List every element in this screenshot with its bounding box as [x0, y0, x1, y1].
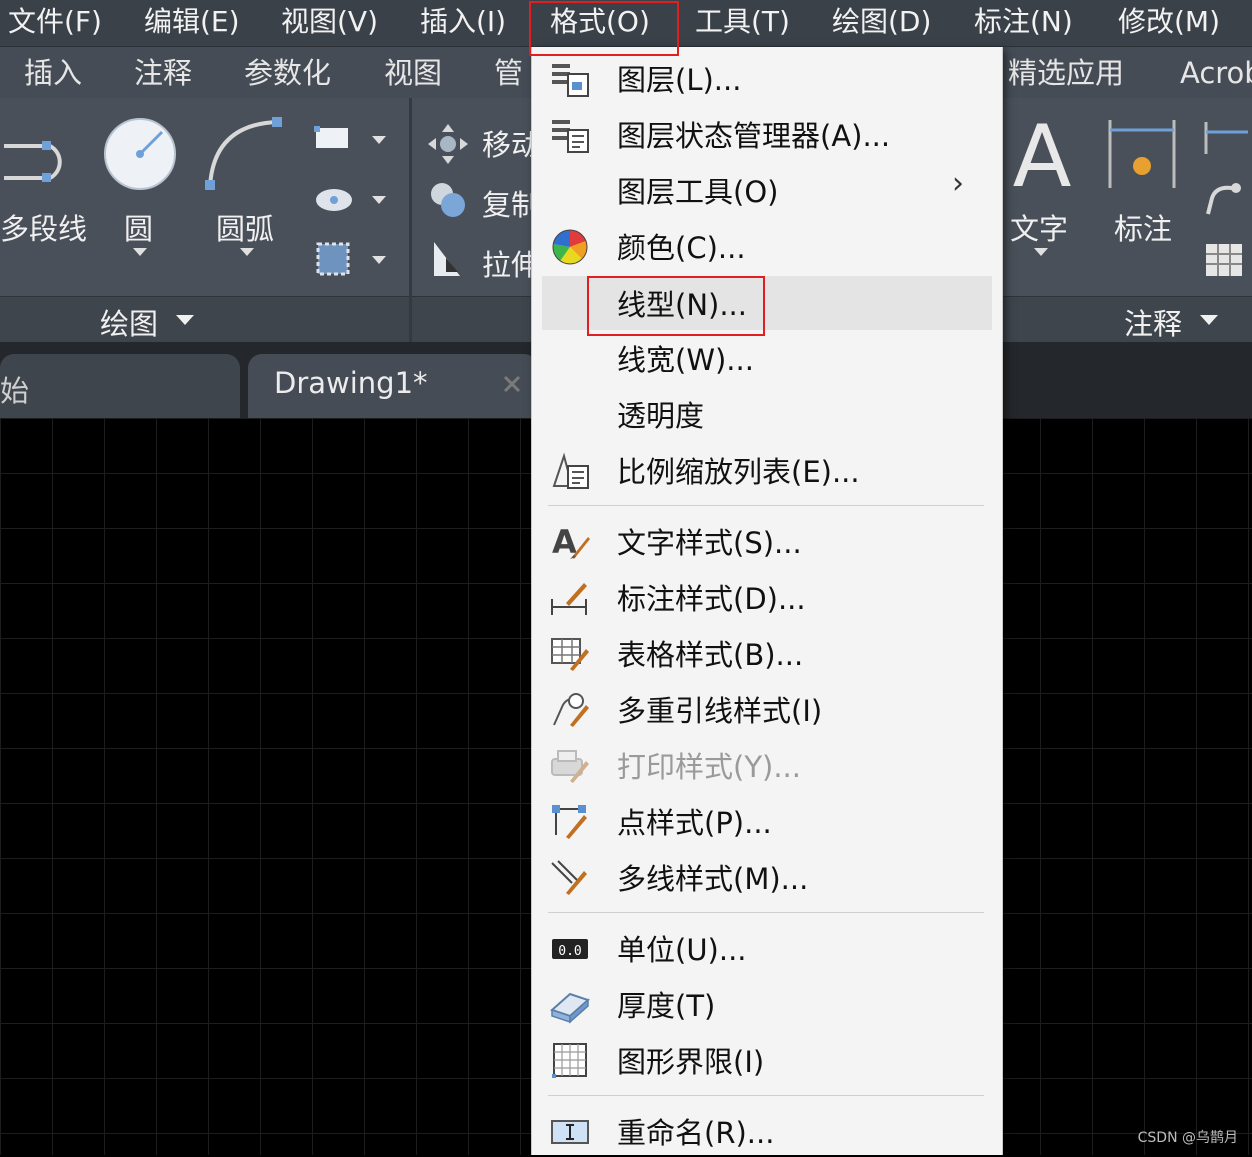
- menu-separator: [548, 505, 984, 506]
- leader-icon[interactable]: [1202, 178, 1248, 218]
- text-label: 文字: [1010, 212, 1069, 246]
- chevron-down-icon[interactable]: [372, 136, 386, 146]
- plot-style-icon: [551, 750, 589, 783]
- linear-dim-icon[interactable]: [1202, 120, 1248, 156]
- menu-item-drawing-limits[interactable]: 图形界限(I): [532, 1034, 1002, 1086]
- menu-item-thickness[interactable]: 厚度(T): [532, 978, 1002, 1030]
- mline-style-icon: [551, 860, 587, 895]
- boundary-icon[interactable]: [312, 238, 356, 280]
- thickness-icon: [550, 992, 590, 1024]
- polyline-icon[interactable]: [0, 116, 82, 182]
- color-wheel-icon: [552, 229, 588, 265]
- panel-annotation-label: 注释: [1124, 307, 1183, 341]
- menu-item-mline-style[interactable]: 多线样式(M)...: [532, 851, 1002, 903]
- menu-view[interactable]: 视图(V): [281, 0, 378, 46]
- menu-item-rename[interactable]: 重命名(R)...: [532, 1105, 1002, 1157]
- menu-insert[interactable]: 插入(I): [420, 0, 506, 46]
- menu-dimension[interactable]: 标注(N): [974, 0, 1073, 46]
- menu-item-units[interactable]: 0.0 单位(U)...: [532, 922, 1002, 974]
- chevron-down-icon[interactable]: [133, 248, 147, 258]
- menu-item-color[interactable]: 颜色(C)...: [532, 220, 1002, 272]
- menu-separator: [548, 1095, 984, 1096]
- menu-item-layer-tools[interactable]: 图层工具(O) ›: [532, 164, 1002, 216]
- menu-file[interactable]: 文件(F): [8, 0, 102, 46]
- tab-acrobat[interactable]: Acrob: [1180, 47, 1252, 99]
- text-icon[interactable]: A: [1004, 116, 1080, 192]
- table-icon[interactable]: [1204, 242, 1244, 278]
- chevron-down-icon[interactable]: [176, 315, 194, 327]
- hatch-icon[interactable]: [312, 182, 356, 216]
- text-style-icon: A: [552, 523, 590, 561]
- layer-icon: [552, 64, 589, 97]
- menu-item-text-style[interactable]: A 文字样式(S)...: [532, 515, 1002, 567]
- tab-drawing1[interactable]: Drawing1*: [248, 354, 538, 418]
- chevron-down-icon[interactable]: [240, 248, 254, 258]
- chevron-down-icon[interactable]: [1034, 248, 1048, 258]
- svg-text:A: A: [552, 523, 577, 561]
- panel-bar-draw[interactable]: 绘图: [0, 296, 409, 343]
- menu-modify[interactable]: 修改(M): [1118, 0, 1220, 46]
- limits-icon: [552, 1043, 587, 1078]
- tab-annotate[interactable]: 注释: [134, 47, 192, 99]
- format-dropdown-menu: 图层(L)... 图层状态管理器(A)... 图层工具(O) › 颜色(C)..…: [531, 47, 1003, 1155]
- menu-separator: [548, 912, 984, 913]
- polyline-label: 多段线: [0, 212, 88, 246]
- menu-item-linetype[interactable]: 线型(N)...: [542, 276, 992, 330]
- panel-draw-label: 绘图: [100, 307, 159, 341]
- menu-item-lineweight[interactable]: 线宽(W)...: [532, 332, 1002, 384]
- mleader-style-icon: [553, 693, 589, 727]
- dimension-label: 标注: [1114, 212, 1173, 246]
- arc-label: 圆弧: [216, 212, 275, 246]
- chevron-right-icon: ›: [952, 166, 964, 201]
- chevron-down-icon[interactable]: [1200, 315, 1218, 327]
- menu-edit[interactable]: 编辑(E): [144, 0, 240, 46]
- tab-insert[interactable]: 插入: [24, 47, 82, 99]
- dimension-icon[interactable]: [1104, 116, 1180, 192]
- units-icon: 0.0: [552, 939, 588, 959]
- menu-format[interactable]: 格式(O): [550, 0, 650, 46]
- menu-item-mleader-style[interactable]: 多重引线样式(I): [532, 683, 1002, 735]
- arc-icon[interactable]: [200, 114, 288, 194]
- move-icon[interactable]: [426, 122, 470, 166]
- rename-icon: [551, 1120, 589, 1144]
- menu-draw[interactable]: 绘图(D): [832, 0, 931, 46]
- watermark: CSDN @乌鹊月: [1137, 1130, 1238, 1146]
- rectangle-icon[interactable]: [312, 124, 352, 158]
- close-icon[interactable]: [502, 374, 522, 394]
- menu-item-scale-list[interactable]: 比例缩放列表(E)...: [532, 444, 1002, 496]
- point-style-icon: [552, 805, 587, 839]
- scale-list-icon: [552, 452, 589, 489]
- menu-item-table-style[interactable]: 表格样式(B)...: [532, 627, 1002, 679]
- svg-text:A: A: [1013, 116, 1072, 192]
- table-style-icon: [551, 638, 589, 671]
- tab-featured-apps[interactable]: 精选应用: [1008, 47, 1124, 99]
- menu-tools[interactable]: 工具(T): [695, 0, 790, 46]
- chevron-down-icon[interactable]: [372, 256, 386, 266]
- svg-text:0.0: 0.0: [558, 944, 581, 959]
- tab-manage[interactable]: 管: [494, 47, 523, 99]
- tab-start-label: 始: [0, 374, 30, 408]
- menu-item-dim-style[interactable]: 标注样式(D)...: [532, 571, 1002, 623]
- menu-item-layer-state-manager[interactable]: 图层状态管理器(A)...: [532, 108, 1002, 160]
- tab-drawing1-label: Drawing1*: [274, 366, 428, 400]
- tab-start[interactable]: 始: [0, 354, 240, 418]
- tab-view[interactable]: 视图: [384, 47, 442, 99]
- menu-bar: 文件(F) 编辑(E) 视图(V) 插入(I) 格式(O) 工具(T) 绘图(D…: [0, 0, 1252, 46]
- tab-parametric[interactable]: 参数化: [244, 47, 331, 99]
- dim-style-icon: [551, 583, 587, 615]
- circle-label: 圆: [124, 212, 154, 246]
- stretch-icon[interactable]: [428, 238, 468, 282]
- menu-item-plot-style: 打印样式(Y)...: [532, 739, 1002, 791]
- chevron-down-icon[interactable]: [372, 196, 386, 206]
- copy-icon[interactable]: [426, 178, 470, 222]
- menu-item-point-style[interactable]: 点样式(P)...: [532, 795, 1002, 847]
- menu-item-transparency[interactable]: 透明度: [532, 388, 1002, 440]
- circle-icon[interactable]: [100, 116, 180, 192]
- menu-item-layer[interactable]: 图层(L)...: [532, 52, 1002, 104]
- layer-state-icon: [552, 120, 589, 153]
